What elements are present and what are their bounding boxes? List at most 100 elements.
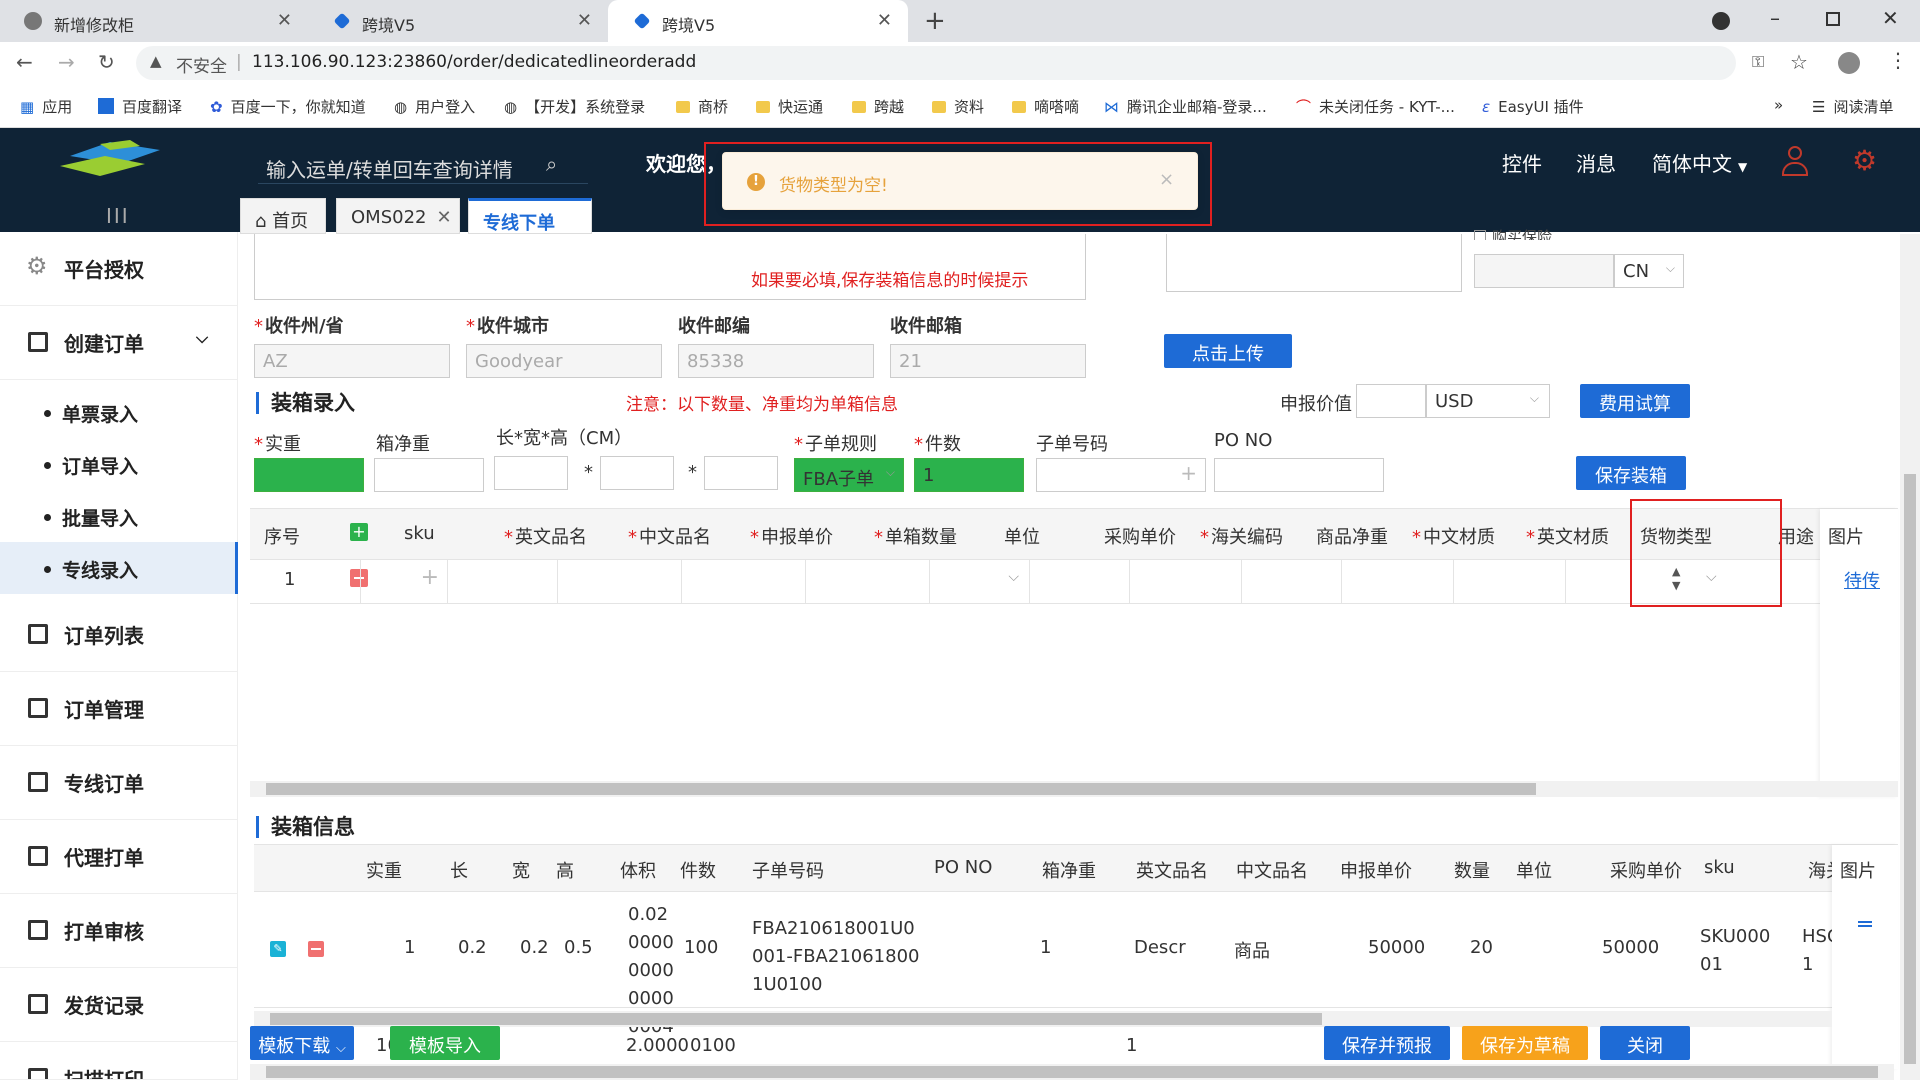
edit-icon[interactable]: ✎ <box>270 941 286 957</box>
settings-gear-icon[interactable]: ⚙ <box>1852 144 1877 177</box>
weight-input[interactable] <box>254 458 364 492</box>
back-icon[interactable]: ← <box>16 50 33 74</box>
bookmark-item[interactable]: 商桥 <box>676 96 728 117</box>
sidebar-item-print-review[interactable]: 打单审核 <box>0 894 238 968</box>
scrollbar-thumb[interactable] <box>266 783 1536 795</box>
reading-list[interactable]: ☰ 阅读清单 <box>1812 96 1893 117</box>
header-link-controls[interactable]: 控件 <box>1502 148 1542 177</box>
bookmarks-overflow[interactable]: » <box>1774 96 1783 114</box>
profile-icon[interactable] <box>1838 52 1860 74</box>
sku-cell[interactable]: + <box>360 559 448 603</box>
insurance-value-input[interactable] <box>1474 254 1614 288</box>
close-icon[interactable]: ✕ <box>436 207 451 228</box>
plus-icon[interactable]: + <box>1180 461 1197 485</box>
menu-dots-icon[interactable]: ⋮ <box>1888 48 1908 72</box>
sidebar-sub-dedicated-line[interactable]: 专线录入 <box>0 542 238 594</box>
currency-select[interactable]: USD ⌵ <box>1426 384 1550 418</box>
remarks-textarea[interactable]: 如果要必填,保存装箱信息的时候提示 <box>254 234 1086 300</box>
sidebar-item-create-order[interactable]: 创建订单 ⌵ <box>0 306 238 380</box>
browser-tab-active[interactable]: 跨境V5 ✕ <box>608 0 908 42</box>
sidebar-sub-single[interactable]: 单票录入 <box>0 386 238 438</box>
window-close-icon[interactable]: ✕ <box>1882 6 1899 30</box>
scrollbar-thumb[interactable] <box>266 1066 1878 1078</box>
scrollbar-thumb[interactable] <box>270 1013 1322 1025</box>
horizontal-scrollbar[interactable] <box>254 1011 1832 1027</box>
sidebar-item-shipment-log[interactable]: 发货记录 <box>0 968 238 1042</box>
sidebar-sub-batch-import[interactable]: 批量导入 <box>0 490 238 542</box>
po-no-input[interactable] <box>1214 458 1384 492</box>
cn-name-cell[interactable] <box>558 559 682 603</box>
state-input[interactable]: AZ <box>254 344 450 378</box>
save-draft-button[interactable]: 保存为草稿 <box>1462 1026 1588 1060</box>
delete-icon[interactable] <box>308 941 324 957</box>
bookmark-item[interactable]: ▦ 应用 <box>20 96 72 117</box>
search-icon[interactable]: ⌕ <box>546 152 557 176</box>
qty-cell[interactable] <box>806 559 930 603</box>
bookmark-item[interactable]: ◍ 用户登入 <box>394 96 475 117</box>
price-cell[interactable] <box>682 559 806 603</box>
plus-icon[interactable]: + <box>421 565 439 590</box>
hs-code-cell[interactable] <box>1130 559 1242 603</box>
image-upload-link[interactable]: 待传 <box>1844 567 1880 593</box>
add-row-icon[interactable]: + <box>350 523 368 541</box>
sub-number-input[interactable]: + <box>1036 458 1206 492</box>
page-vertical-scrollbar[interactable] <box>1900 234 1920 1080</box>
bookmark-item[interactable]: 资料 <box>932 96 984 117</box>
tab-home[interactable]: ⌂ 首页 <box>240 198 326 234</box>
sidebar-item-scan-print[interactable]: 扫描打印 <box>0 1042 238 1080</box>
minimize-icon[interactable]: – <box>1770 6 1780 30</box>
save-boxing-button[interactable]: 保存装箱 <box>1576 456 1686 490</box>
zip-input[interactable]: 85338 <box>678 344 874 378</box>
template-import-button[interactable]: 模板导入 <box>390 1026 500 1060</box>
browser-tab[interactable]: 新增修改柜 ✕ <box>0 0 308 42</box>
tab-dedicated-order[interactable]: 专线下单✕ <box>468 198 592 256</box>
cn-material-cell[interactable] <box>1342 559 1454 603</box>
header-search[interactable]: 输入运单/转单回车查询详情 ⌕ <box>258 148 588 184</box>
sub-rule-select[interactable]: FBA子单 ⌵ <box>794 458 904 492</box>
new-tab-icon[interactable]: + <box>924 6 946 36</box>
template-download-button[interactable]: 模板下载 ⌵ <box>250 1026 354 1060</box>
scrollbar-thumb[interactable] <box>1904 474 1916 1064</box>
upload-button[interactable]: 点击上传 <box>1164 334 1292 368</box>
calc-fee-button[interactable]: 费用试算 <box>1580 384 1690 418</box>
net-weight-cell[interactable] <box>1242 559 1342 603</box>
buy-price-cell[interactable] <box>1030 559 1130 603</box>
language-selector[interactable]: 简体中文 ▼ <box>1652 148 1747 177</box>
en-name-cell[interactable] <box>448 559 558 603</box>
bookmark-item[interactable]: 百度翻译 <box>98 96 182 117</box>
user-icon[interactable] <box>1782 146 1808 176</box>
height-input[interactable] <box>704 456 778 490</box>
tab-oms022[interactable]: OMS022 ✕ <box>336 198 460 234</box>
width-input[interactable] <box>600 456 674 490</box>
close-tab-icon[interactable]: ✕ <box>577 10 592 31</box>
net-weight-input[interactable] <box>374 458 484 492</box>
save-preview-button[interactable]: 保存并预报 <box>1324 1026 1450 1060</box>
star-icon[interactable]: ☆ <box>1790 50 1808 74</box>
reload-icon[interactable]: ↻ <box>98 50 115 74</box>
key-icon[interactable]: ⚿ <box>1752 52 1764 72</box>
bookmark-item[interactable]: ⋈ 腾讯企业邮箱-登录... <box>1104 96 1267 117</box>
image-icon[interactable] <box>1858 921 1872 927</box>
horizontal-scrollbar[interactable] <box>250 781 1898 797</box>
sidebar-toggle[interactable]: III <box>106 204 130 228</box>
browser-tab[interactable]: 跨境V5 ✕ <box>308 0 608 42</box>
en-material-cell[interactable] <box>1454 559 1566 603</box>
bookmark-item[interactable]: ⌒ 未关闭任务 - KYT-... <box>1296 96 1455 117</box>
sidebar-item-platform-auth[interactable]: ⚙ 平台授权 <box>0 232 238 306</box>
close-button[interactable]: 关闭 <box>1600 1026 1690 1060</box>
declared-value-input[interactable] <box>1356 384 1426 418</box>
toast-close-icon[interactable]: × <box>1159 169 1174 190</box>
city-input[interactable]: Goodyear <box>466 344 662 378</box>
forward-icon[interactable]: → <box>58 50 75 74</box>
length-input[interactable] <box>494 456 568 490</box>
close-tab-icon[interactable]: ✕ <box>877 10 892 31</box>
notes-textarea[interactable] <box>1166 234 1462 292</box>
url-box[interactable]: ▲ 不安全 | 113.106.90.123:23860/order/dedic… <box>136 46 1736 80</box>
sidebar-item-order-list[interactable]: 订单列表 <box>0 598 238 672</box>
sidebar-item-agent-print[interactable]: 代理打单 <box>0 820 238 894</box>
close-tab-icon[interactable]: ✕ <box>277 10 292 31</box>
bookmark-item[interactable]: ε EasyUI 插件 <box>1482 96 1584 117</box>
count-input[interactable]: 1 <box>914 458 1024 492</box>
sidebar-item-order-manage[interactable]: 订单管理 <box>0 672 238 746</box>
tab-search-icon[interactable] <box>1712 12 1730 30</box>
